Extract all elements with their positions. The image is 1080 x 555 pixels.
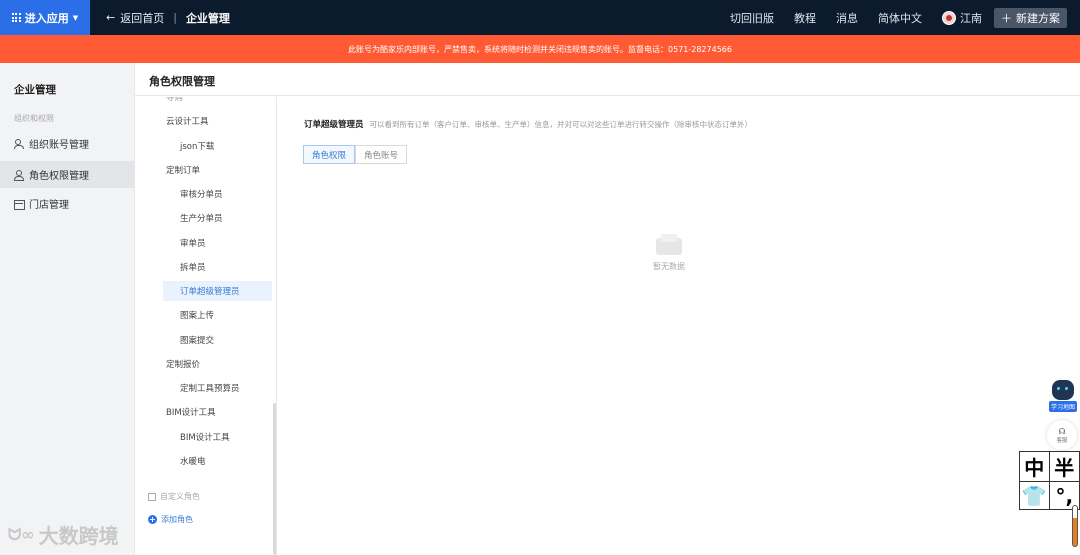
tree-node[interactable]: 审单员 — [180, 233, 206, 253]
tree-node[interactable]: 水暖电 — [180, 451, 206, 471]
nav-switch-old[interactable]: 切回旧版 — [730, 10, 774, 26]
role-name: 订单超级管理员 — [304, 120, 364, 130]
learning-map-label: 学习地图 — [1048, 401, 1077, 412]
avatar — [942, 10, 956, 25]
tree-node[interactable]: 生产分单员 — [180, 208, 223, 228]
top-bar: 进入应用 ▼ ← 返回首页 | 企业管理 切回旧版 教程 消息 简体中文 江南 … — [0, 0, 1080, 35]
user-icon — [14, 169, 24, 181]
copy-icon — [148, 492, 156, 501]
custom-role-label: 自定义角色 — [160, 492, 200, 501]
sidebar-item-label: 门店管理 — [29, 200, 69, 211]
tree-node[interactable]: 拆单员 — [180, 257, 206, 277]
logo-char: 👕 — [1020, 482, 1050, 509]
thermometer-icon — [1072, 505, 1078, 547]
customer-service-label: 客服 — [1056, 437, 1068, 444]
back-home-link[interactable]: 返回首页 — [120, 10, 164, 26]
watermark-text: 大数跨境 — [38, 524, 119, 548]
ime-logo[interactable]: 中 半 👕 °, — [1019, 451, 1080, 510]
sidebar-group-label: 组织和权限 — [14, 114, 54, 123]
enter-app-label: 进入应用 — [24, 11, 69, 25]
tree-node[interactable]: 定制订单 — [166, 160, 200, 180]
add-role-button[interactable]: + 添加角色 — [148, 514, 193, 525]
enter-app-button[interactable]: 进入应用 ▼ — [0, 0, 90, 35]
tab-role-permissions[interactable]: 角色权限 — [303, 145, 356, 164]
alert-text: 此账号为酷家乐内部账号，严禁售卖，系统将随时检测并关闭违规售卖的账号。监督电话：… — [348, 44, 732, 54]
robot-icon — [1052, 380, 1074, 400]
role-tree: 导购 云设计工具 json下载 定制订单 审核分单员 生产分单员 审单员 拆单员… — [135, 97, 277, 555]
headset-icon: ☊ — [1058, 426, 1066, 436]
learning-map-widget[interactable]: 学习地图 — [1047, 380, 1079, 412]
watermark: ᗢ∞ 大数跨境 — [8, 520, 119, 549]
tree-node[interactable]: json下载 — [180, 136, 214, 156]
user-name: 江南 — [960, 11, 982, 25]
tree-node[interactable]: 审核分单员 — [180, 184, 223, 204]
empty-box-icon — [654, 234, 684, 256]
page-header: 角色权限管理 — [135, 63, 1080, 96]
nav-messages[interactable]: 消息 — [836, 10, 858, 26]
sidebar-item-label: 组织账号管理 — [29, 140, 89, 151]
sidebar-item-stores[interactable]: 门店管理 — [0, 190, 135, 217]
watermark-logo-icon: ᗢ∞ — [8, 524, 35, 544]
breadcrumb-current: 企业管理 — [185, 11, 230, 25]
empty-state: 暂无数据 — [653, 234, 685, 272]
tree-node[interactable]: 云设计工具 — [166, 111, 209, 131]
sidebar: 企业管理 组织和权限 组织账号管理 角色权限管理 门店管理 — [0, 63, 135, 555]
add-role-label: 添加角色 — [161, 515, 193, 524]
store-icon — [14, 199, 25, 210]
tree-node-partial[interactable]: 导购 — [166, 97, 183, 107]
tree-node[interactable]: 图案提交 — [180, 330, 214, 350]
plus-circle-icon: + — [148, 515, 157, 524]
back-arrow-icon[interactable]: ← — [106, 11, 115, 24]
logo-char: 半 — [1049, 452, 1079, 482]
breadcrumb: ← 返回首页 | 企业管理 — [106, 0, 230, 35]
apps-grid-icon — [11, 13, 21, 22]
role-heading: 订单超级管理员 可以看到所有订单（客户订单、审核单、生产单）信息，并对可以对这些… — [304, 118, 752, 130]
tree-node[interactable]: 定制报价 — [166, 354, 200, 374]
role-tabs: 角色权限 角色账号 — [303, 145, 408, 164]
role-description: 可以看到所有订单（客户订单、审核单、生产单）信息，并对可以对这些订单进行转交操作… — [369, 120, 753, 129]
tree-scrollbar[interactable] — [273, 403, 276, 555]
customer-service-button[interactable]: ☊ 客服 — [1047, 420, 1077, 450]
new-plan-label: 新建方案 — [1016, 11, 1060, 25]
top-nav: 切回旧版 教程 消息 简体中文 江南 ＋ 新建方案 — [730, 0, 1080, 35]
custom-role-header: 自定义角色 — [148, 491, 200, 502]
sidebar-item-role-permissions[interactable]: 角色权限管理 — [0, 161, 135, 188]
alert-banner: 此账号为酷家乐内部账号，严禁售卖，系统将随时检测并关闭违规售卖的账号。监督电话：… — [0, 35, 1080, 63]
user-menu[interactable]: 江南 — [942, 10, 982, 26]
nav-tutorial[interactable]: 教程 — [794, 10, 816, 26]
logo-char: 中 — [1020, 452, 1050, 482]
tree-node[interactable]: BIM设计工具 — [180, 427, 230, 447]
tree-node[interactable]: 定制工具预算员 — [180, 378, 240, 398]
sidebar-item-org-accounts[interactable]: 组织账号管理 — [0, 130, 135, 157]
users-icon — [14, 138, 24, 149]
page-title: 角色权限管理 — [149, 75, 215, 88]
breadcrumb-divider: | — [173, 11, 177, 24]
nav-language[interactable]: 简体中文 — [878, 10, 922, 26]
caret-down-icon: ▼ — [72, 13, 79, 22]
tree-node-selected[interactable]: 订单超级管理员 — [163, 281, 272, 301]
tree-node[interactable]: BIM设计工具 — [166, 402, 216, 422]
sidebar-title: 企业管理 — [14, 84, 56, 96]
tab-role-accounts[interactable]: 角色账号 — [355, 145, 408, 164]
plus-icon: ＋ — [1001, 11, 1012, 25]
sidebar-item-label: 角色权限管理 — [29, 171, 89, 182]
new-plan-button[interactable]: ＋ 新建方案 — [994, 7, 1067, 28]
tree-node[interactable]: 图案上传 — [180, 305, 214, 325]
empty-text: 暂无数据 — [653, 262, 685, 271]
